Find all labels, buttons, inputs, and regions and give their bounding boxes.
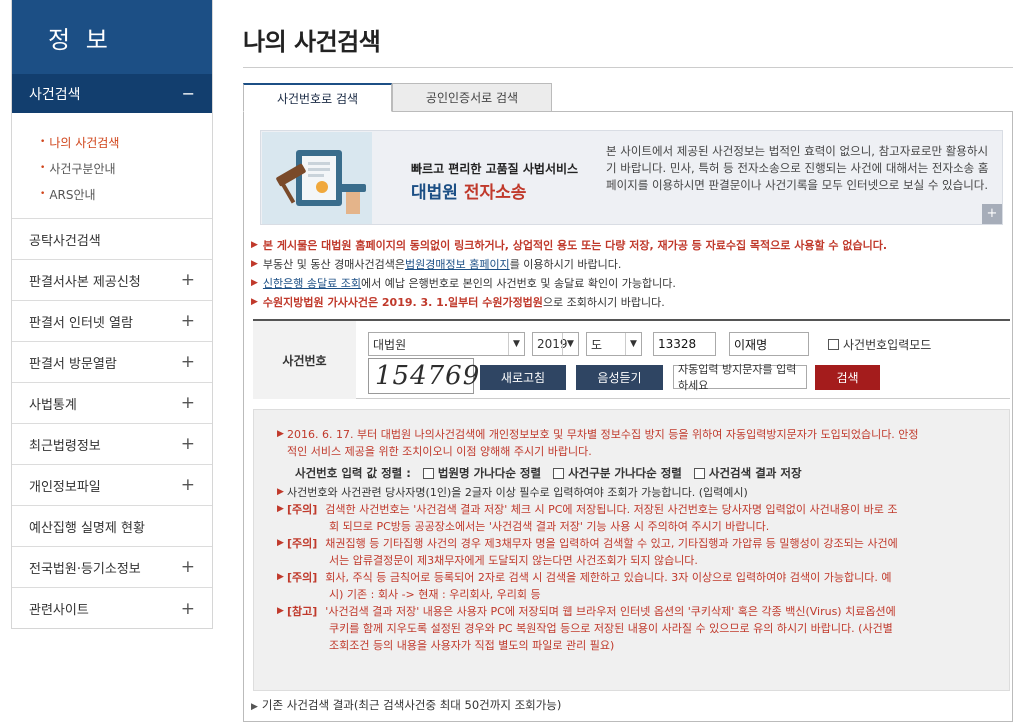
arrow-icon: ▶ <box>251 239 258 250</box>
shinhan-fee-link[interactable]: 신한은행 송달료 조회 <box>263 275 361 291</box>
arrow-icon: ▶ <box>251 702 258 712</box>
chevron-down-icon: ▼ <box>625 333 641 355</box>
banner-title: 대법원 전자소송 <box>411 183 527 203</box>
audio-button[interactable]: 음성듣기 <box>576 365 663 390</box>
chevron-down-icon: ▼ <box>562 333 578 355</box>
info-line: ▶ [주의] 회사, 주식 등 금칙어로 등록되어 2자로 검색 시 검색을 제한하… <box>277 571 892 584</box>
sort-type-checkbox[interactable] <box>553 467 565 479</box>
captcha-input[interactable]: 자동입력 방지문자를 입력하세요 <box>673 363 807 392</box>
sidebar-link-ars-guide[interactable]: • ARS안내 <box>40 181 212 207</box>
sidebar-item-related-sites[interactable]: 관련사이트 + <box>12 588 212 629</box>
arrow-icon: ▶ <box>277 538 284 548</box>
previous-results-heading: ▶ 기존 사건검색 결과(최근 검색사건중 최대 50건까지 조회가능) <box>251 698 562 712</box>
divider <box>243 67 1013 68</box>
sidebar-section-label: 사건검색 <box>29 86 81 103</box>
info-line: ▶ [주의] 채권집행 등 기타집행 사건의 경우 제3채무자 명을 입력하여 검색… <box>277 537 898 550</box>
sidebar-item-budget[interactable]: 예산집행 실명제 현황 <box>12 506 212 547</box>
sidebar-link-case-type-guide[interactable]: • 사건구분안내 <box>40 155 212 181</box>
notice-item: ▶ 본 게시물은 대법원 홈페이지의 동의없이 링크하거나, 상업적인 용도 또는… <box>251 238 888 252</box>
expand-icon[interactable]: + <box>181 311 195 331</box>
bullet-icon: • <box>40 163 46 173</box>
sidebar-item-recent-laws[interactable]: 최근법령정보 + <box>12 424 212 465</box>
sort-court-checkbox[interactable] <box>422 467 434 479</box>
expand-icon[interactable]: + <box>181 270 195 290</box>
info-line: 회 되므로 PC방등 공공장소에서는 '사건검색 결과 저장' 기능 사용 시 … <box>329 520 770 533</box>
auction-site-link[interactable]: 법원경매정보 홈페이지 <box>405 256 510 272</box>
checkbox-icon[interactable] <box>828 339 839 350</box>
arrow-icon: ▶ <box>277 504 284 514</box>
search-form: 사건번호 대법원 ▼ 2019 ▼ 도 ▼ 13328 이재명 사건번호입력모드 15… <box>253 319 1010 399</box>
arrow-icon: ▶ <box>251 258 258 269</box>
sidebar-item-courts-info[interactable]: 전국법원·등기소정보 + <box>12 547 212 588</box>
info-line: 시) 기존 : 회사 -> 현재 : 우리회사, 우리회 등 <box>329 588 541 601</box>
sidebar-item-privacy-files[interactable]: 개인정보파일 + <box>12 465 212 506</box>
expand-icon[interactable]: + <box>181 434 195 454</box>
sidebar-item-judicial-stats[interactable]: 사법통계 + <box>12 383 212 424</box>
arrow-icon: ▶ <box>251 277 258 288</box>
banner-subtitle: 빠르고 편리한 고품질 사법서비스 <box>411 162 579 176</box>
sidebar-link-my-case-search[interactable]: • 나의 사건검색 <box>40 129 212 155</box>
info-line: ▶ 2016. 6. 17. 부터 대법원 나의사건검색에 개인정보보호 및 무차… <box>277 428 919 441</box>
refresh-button[interactable]: 새로고침 <box>480 365 566 390</box>
info-line: 조회조건 등의 내용을 사용자가 직접 별도의 파일로 관리 필요) <box>329 639 615 652</box>
sidebar-item-judgment-copy[interactable]: 판결서사본 제공신청 + <box>12 260 212 301</box>
arrow-icon: ▶ <box>277 572 284 582</box>
notice-item: ▶ 수원지방법원 가사사건은 2019. 3. 1.일부터 수원가정법원 으로 조회… <box>251 295 665 309</box>
notice-item: ▶ 신한은행 송달료 조회 에서 예납 은행번호로 본인의 사건번호 및 송달료 확… <box>251 275 676 291</box>
expand-icon[interactable]: + <box>181 557 195 577</box>
case-input-mode-checkbox[interactable]: 사건번호입력모드 <box>828 336 931 353</box>
year-select[interactable]: 2019 ▼ <box>532 332 579 356</box>
ecourt-banner[interactable]: 빠르고 편리한 고품질 사법서비스 대법원 전자소송 본 사이트에서 제공된 사… <box>260 130 1003 225</box>
save-result-checkbox[interactable] <box>693 467 705 479</box>
info-line: ▶ 사건번호와 사건관련 당사자명(1인)을 2글자 이상 필수로 입력하여야 조… <box>277 486 748 499</box>
info-line: 쿠키를 함께 지우도록 설정된 경우와 PC 복원작업 등으로 저장된 내용이 … <box>329 622 893 635</box>
case-number-label: 사건번호 <box>253 321 356 399</box>
arrow-icon: ▶ <box>277 429 284 439</box>
case-type-select[interactable]: 도 ▼ <box>586 332 642 356</box>
expand-icon[interactable]: + <box>181 475 195 495</box>
expand-icon[interactable]: + <box>181 599 195 619</box>
case-number-input[interactable]: 13328 <box>653 332 716 356</box>
search-button[interactable]: 검색 <box>815 365 880 390</box>
search-tabs: 사건번호로 검색 공인인증서로 검색 <box>243 83 1013 112</box>
sidebar-item-judgment-online[interactable]: 판결서 인터넷 열람 + <box>12 301 212 342</box>
captcha-image: 154769 <box>368 358 479 394</box>
chevron-down-icon: ▼ <box>508 333 524 355</box>
info-line: 적인 서비스 제공을 위한 조치이오니 이점 양해해 주시기 바랍니다. <box>287 445 592 458</box>
page-title: 나의 사건검색 <box>243 28 381 56</box>
sidebar-sublinks: • 나의 사건검색 • 사건구분안내 • ARS안내 <box>12 113 212 219</box>
more-icon[interactable]: + <box>982 204 1002 224</box>
bullet-icon: • <box>40 137 46 147</box>
collapse-icon[interactable]: − <box>182 84 195 103</box>
sidebar-section-case-search[interactable]: 사건검색 − <box>12 74 212 113</box>
search-info-box: ▶ 2016. 6. 17. 부터 대법원 나의사건검색에 개인정보보호 및 무차… <box>253 409 1010 691</box>
court-select[interactable]: 대법원 ▼ <box>368 332 525 356</box>
notice-list: ▶ 본 게시물은 대법원 홈페이지의 동의없이 링크하거나, 상업적인 용도 또는… <box>251 235 1011 311</box>
sidebar-item-deposit-search[interactable]: 공탁사건검색 <box>12 219 212 260</box>
arrow-icon: ▶ <box>277 606 284 616</box>
arrow-icon: ▶ <box>251 296 258 307</box>
info-line: ▶ [주의] 검색한 사건번호는 '사건검색 결과 저장' 체크 시 PC에 저장됩… <box>277 503 898 516</box>
info-line: 서는 압류결정문이 제3채무자에게 도달되지 않는다면 사건조회가 되지 않습니… <box>329 554 698 567</box>
arrow-icon: ▶ <box>277 487 284 497</box>
banner-description: 본 사이트에서 제공된 사건정보는 법적인 효력이 없으니, 참고자료로만 활용… <box>606 144 989 192</box>
sidebar-title: 정 보 <box>12 0 212 74</box>
tab-certificate-search[interactable]: 공인인증서로 검색 <box>392 83 552 112</box>
bullet-icon: • <box>40 189 46 199</box>
notice-item: ▶ 부동산 및 동산 경매사건검색은 법원경매정보 홈페이지 를 이용하시기 바랍니… <box>251 256 622 272</box>
party-name-input[interactable]: 이재명 <box>729 332 809 356</box>
gavel-illustration-icon <box>262 132 372 224</box>
sidebar-item-judgment-visit[interactable]: 판결서 방문열람 + <box>12 342 212 383</box>
tab-case-number-search[interactable]: 사건번호로 검색 <box>243 83 392 112</box>
expand-icon[interactable]: + <box>181 393 195 413</box>
expand-icon[interactable]: + <box>181 352 195 372</box>
sort-options: 사건번호 입력 값 정렬 : 법원명 가나다순 정렬 사건구분 가나다순 정렬 … <box>295 466 802 480</box>
sidebar: 정 보 사건검색 − • 나의 사건검색 • 사건구분안내 • ARS안내 공탁사건검… <box>11 0 213 629</box>
info-line: ▶ [참고] '사건검색 결과 저장' 내용은 사용자 PC에 저장되며 웹 브라우… <box>277 605 896 618</box>
